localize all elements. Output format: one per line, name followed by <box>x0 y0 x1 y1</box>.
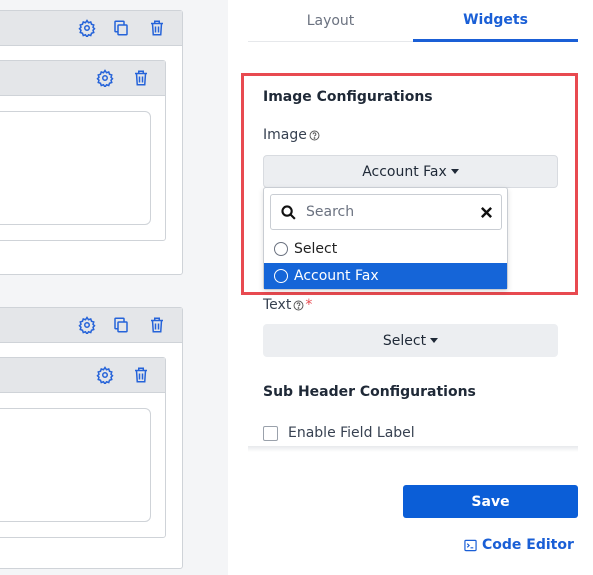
text-field-label: Text * <box>263 297 312 313</box>
text-dropdown[interactable]: Select <box>263 324 558 357</box>
enable-field-label-checkbox[interactable] <box>263 425 278 441</box>
section-divider <box>248 446 578 452</box>
tab-widgets[interactable]: Widgets <box>413 0 578 42</box>
widget-inner-toolbar-2 <box>0 358 165 393</box>
help-icon[interactable] <box>293 300 304 311</box>
radio-icon <box>274 269 288 283</box>
terminal-icon <box>464 539 477 552</box>
widget-content-area-1[interactable] <box>0 111 151 225</box>
enable-field-label-text: Enable Field Label <box>288 425 415 441</box>
sub-header-config-title: Sub Header Configurations <box>263 384 476 400</box>
caret-down-icon <box>430 338 439 343</box>
image-field-label: Image <box>263 127 320 143</box>
trash-icon[interactable] <box>148 19 166 37</box>
widget-toolbar-2 <box>0 308 182 343</box>
enable-field-label-row[interactable]: Enable Field Label <box>263 425 415 441</box>
widget-toolbar-1 <box>0 11 182 46</box>
option-label: Select <box>294 241 338 257</box>
image-label-text: Image <box>263 127 307 143</box>
option-label: Account Fax <box>294 268 379 284</box>
code-editor-link[interactable]: Code Editor <box>464 537 574 553</box>
image-config-title: Image Configurations <box>263 89 433 105</box>
layout-canvas <box>0 0 208 575</box>
dropdown-option-account-fax[interactable]: Account Fax <box>264 263 507 289</box>
tab-layout[interactable]: Layout <box>248 0 413 42</box>
radio-icon <box>274 242 288 256</box>
trash-icon[interactable] <box>132 69 150 87</box>
widget-inner-toolbar-1 <box>0 61 165 96</box>
search-input[interactable] <box>306 202 466 222</box>
caret-down-icon <box>450 169 459 174</box>
trash-icon[interactable] <box>148 316 166 334</box>
copy-icon[interactable] <box>112 19 130 37</box>
image-dropdown[interactable]: Account Fax <box>263 155 558 188</box>
gear-icon[interactable] <box>96 366 114 384</box>
trash-icon[interactable] <box>132 366 150 384</box>
required-mark: * <box>305 297 313 313</box>
text-label-text: Text <box>263 297 292 313</box>
gear-icon[interactable] <box>96 69 114 87</box>
widget-content-area-2[interactable] <box>0 408 151 522</box>
text-dropdown-value: Select <box>382 332 427 349</box>
properties-panel: Layout Widgets Image Configurations Imag… <box>228 0 593 575</box>
gear-icon[interactable] <box>78 19 96 37</box>
copy-icon[interactable] <box>112 316 130 334</box>
widget-inner-card-2[interactable] <box>0 357 166 538</box>
save-button[interactable]: Save <box>403 485 578 518</box>
code-editor-label: Code Editor <box>482 537 574 553</box>
close-icon[interactable] <box>480 206 493 219</box>
search-icon <box>280 204 297 221</box>
gear-icon[interactable] <box>78 316 96 334</box>
image-dropdown-menu: Select Account Fax <box>263 187 508 290</box>
dropdown-option-select[interactable]: Select <box>264 236 507 262</box>
dropdown-search <box>270 194 502 230</box>
panel-tabs: Layout Widgets <box>248 0 578 42</box>
help-icon[interactable] <box>309 130 320 141</box>
widget-inner-card-1[interactable] <box>0 60 166 241</box>
image-dropdown-value: Account Fax <box>362 163 447 180</box>
